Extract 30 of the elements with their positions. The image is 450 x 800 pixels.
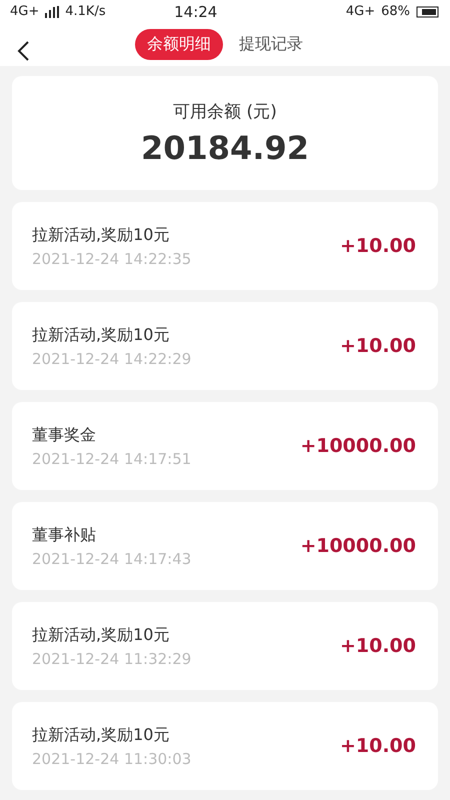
record-amount: +10.00 xyxy=(340,735,416,757)
record-time: 2021-12-24 14:22:29 xyxy=(32,350,192,368)
record-time: 2021-12-24 14:17:43 xyxy=(32,550,192,568)
record-time: 2021-12-24 11:32:29 xyxy=(32,650,192,668)
back-icon[interactable] xyxy=(16,40,30,62)
battery-icon xyxy=(416,6,440,18)
record-title: 拉新活动,奖励10元 xyxy=(32,724,170,746)
record-amount: +10.00 xyxy=(340,235,416,257)
clock: 14:24 xyxy=(173,2,218,20)
record-time: 2021-12-24 11:30:03 xyxy=(32,750,192,768)
record-time: 2021-12-24 14:22:35 xyxy=(32,250,192,268)
balance-amount: 20184.92 xyxy=(140,128,309,166)
record-title: 董事补贴 xyxy=(32,524,97,546)
tab[interactable]: 余额明细 xyxy=(135,29,223,60)
record-title: 拉新活动,奖励10元 xyxy=(32,624,170,646)
balance-label: 可用余额 (元) xyxy=(173,100,277,122)
tab[interactable]: 提现记录 xyxy=(227,29,315,60)
record-time: 2021-12-24 14:17:51 xyxy=(32,450,192,468)
record-title: 董事奖金 xyxy=(32,424,97,446)
record-amount: +10.00 xyxy=(340,335,416,357)
network-type: 4G+ xyxy=(346,4,376,19)
network-speed: 4.1K/s xyxy=(65,4,106,19)
record-title: 拉新活动,奖励10元 xyxy=(32,224,170,246)
signal-icon xyxy=(45,6,60,18)
network-type: 4G+ xyxy=(10,4,40,19)
record-amount: +10.00 xyxy=(340,635,416,657)
record-title: 拉新活动,奖励10元 xyxy=(32,324,170,346)
record-amount: +10000.00 xyxy=(300,435,416,457)
battery-percent: 68% xyxy=(381,4,410,19)
record-amount: +10000.00 xyxy=(300,535,416,557)
